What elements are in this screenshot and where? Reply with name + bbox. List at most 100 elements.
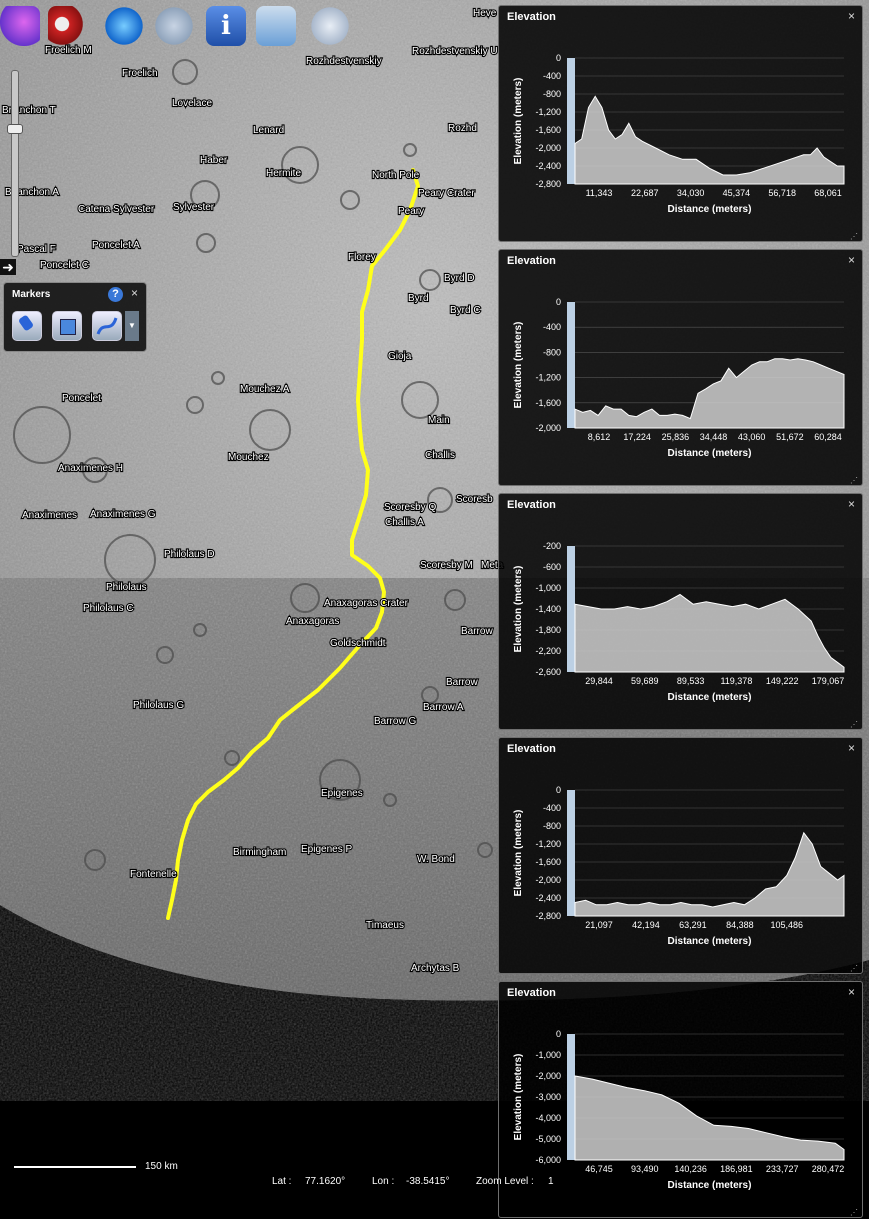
map-feature-label[interactable]: Gioja (387, 350, 413, 363)
map-feature-label[interactable]: Scoresby Q (383, 501, 438, 514)
map-feature-label[interactable]: Philolaus (105, 581, 148, 594)
map-feature-label[interactable]: Anaxagoras Crater (323, 597, 410, 610)
map-feature-label[interactable]: Main (427, 414, 451, 427)
map-feature-label[interactable]: Byrd C (449, 304, 482, 317)
moon-globe-icon[interactable] (154, 6, 194, 46)
map-feature-label[interactable]: Scoresby M (419, 559, 474, 572)
map-feature-label[interactable]: Epigenes (320, 787, 364, 800)
map-feature-label[interactable]: Anaximenes (21, 509, 78, 522)
x-tick-label: 179,067 (812, 676, 845, 686)
www-globe-icon[interactable] (310, 6, 350, 46)
y-axis-bar (567, 546, 575, 672)
resize-grip-icon[interactable]: ⋰ (850, 720, 858, 729)
map-feature-label[interactable]: Barrow (445, 676, 480, 689)
x-tick-label: 63,291 (679, 920, 707, 930)
x-tick-label: 42,194 (632, 920, 660, 930)
map-feature-label[interactable]: Poncelet C (39, 259, 90, 272)
dropdown-arrow-icon[interactable]: ▼ (125, 311, 139, 341)
y-tick-label: -2,600 (535, 667, 561, 677)
x-tick-label: 34,030 (677, 188, 705, 198)
map-feature-label[interactable]: Poncelet A (91, 239, 141, 252)
y-axis-bar (567, 1034, 575, 1160)
close-icon[interactable]: × (848, 741, 855, 755)
map-feature-label[interactable]: Lovelace (171, 97, 214, 110)
expand-arrow-icon[interactable]: ➜ (0, 259, 16, 275)
map-feature-label[interactable]: Hermite (265, 167, 303, 180)
map-feature-label[interactable]: Goldschmidt (329, 637, 387, 650)
map-feature-label[interactable]: Florey (347, 251, 377, 264)
resize-grip-icon[interactable]: ⋰ (850, 1208, 858, 1217)
y-tick-label: -2,800 (535, 911, 561, 921)
binoculars-icon[interactable] (48, 6, 88, 46)
map-feature-label[interactable]: Birmingham (232, 846, 288, 859)
lat-label: Lat : (272, 1176, 292, 1187)
x-tick-label: 45,374 (723, 188, 751, 198)
map-feature-label[interactable]: Peary Crater (417, 187, 477, 200)
map-feature-label[interactable]: Sylvester (172, 201, 216, 214)
network-icon[interactable] (256, 6, 296, 46)
map-feature-label[interactable]: Byrd (407, 292, 430, 305)
help-icon[interactable]: ? (108, 287, 123, 302)
map-feature-label[interactable]: Byrd D (443, 272, 476, 285)
map-feature-label[interactable]: Mouchez (227, 451, 270, 464)
y-axis-bar (567, 790, 575, 916)
map-feature-label[interactable]: Haber (199, 154, 229, 167)
map-feature-label[interactable]: Peary (397, 205, 425, 218)
map-feature-label[interactable]: Froelich M (44, 44, 93, 57)
map-feature-label[interactable]: Froelich (121, 67, 159, 80)
path-icon[interactable] (92, 311, 122, 341)
zoom-thumb[interactable] (7, 123, 23, 134)
y-tick-label: 0 (556, 297, 561, 307)
ship-icon[interactable] (0, 6, 40, 46)
info-icon[interactable]: i (206, 6, 246, 46)
map-feature-label[interactable]: W. Bond (416, 853, 456, 866)
close-icon[interactable]: × (848, 253, 855, 267)
map-feature-label[interactable]: Rozhdestvenskiy U (411, 45, 499, 58)
map-feature-label[interactable]: Anaximenes G (89, 508, 157, 521)
map-feature-label[interactable]: Challis A (384, 516, 425, 529)
map-feature-label[interactable]: Barrow G (373, 715, 418, 728)
close-icon[interactable]: × (848, 497, 855, 511)
map-feature-label[interactable]: Scoresb (455, 493, 494, 506)
elevation-area (574, 95, 845, 185)
resize-grip-icon[interactable]: ⋰ (850, 232, 858, 241)
close-icon[interactable]: × (131, 286, 138, 300)
close-icon[interactable]: × (848, 9, 855, 23)
map-feature-label[interactable]: Challis (424, 449, 456, 462)
map-feature-label[interactable]: Philolaus C (82, 602, 135, 615)
map-feature-label[interactable]: Timaeus (365, 919, 405, 932)
map-feature-label[interactable]: Rozhdestvenskiy (305, 55, 383, 68)
map-feature-label[interactable]: Anaxagoras (285, 615, 341, 628)
close-icon[interactable]: × (848, 985, 855, 999)
map-feature-label[interactable]: Mouchez A (239, 383, 291, 396)
y-tick-label: 0 (556, 785, 561, 795)
zoom-track (11, 70, 19, 257)
map-feature-label[interactable]: Anaximenes H (57, 462, 124, 475)
blue-disc-icon[interactable] (104, 6, 144, 46)
map-feature-label[interactable]: Barrow (460, 625, 495, 638)
map-feature-label[interactable]: Philolaus D (163, 548, 216, 561)
resize-grip-icon[interactable]: ⋰ (850, 476, 858, 485)
zoom-slider[interactable] (4, 70, 24, 257)
map-feature-label[interactable]: Fontenelle (129, 868, 178, 881)
map-feature-label[interactable]: Philolaus G (132, 699, 186, 712)
map-feature-label[interactable]: Poncelet (61, 392, 102, 405)
map-feature-label[interactable]: Archytas B (410, 962, 461, 975)
rectangle-icon[interactable] (52, 311, 82, 341)
x-tick-label: 119,378 (720, 676, 752, 686)
map-feature-label[interactable]: Lenard (252, 124, 285, 137)
map-feature-label[interactable]: Catena Sylvester (77, 203, 156, 216)
map-feature-label[interactable]: Barrow A (422, 701, 465, 714)
map-feature-label[interactable]: North Pole (371, 169, 421, 182)
y-tick-label: -2,400 (535, 893, 561, 903)
map-feature-label[interactable]: Rozhd (447, 122, 478, 135)
x-tick-label: 84,388 (726, 920, 754, 930)
map-feature-label[interactable]: Heve (472, 7, 498, 20)
y-axis-bar (567, 58, 575, 184)
pushpin-icon[interactable] (12, 311, 42, 341)
map-feature-label[interactable]: Epigenes P (300, 843, 354, 856)
elevation-panel: 0 -400 -800 -1,200 -1,600 -2,000 8,612 17,224 25… (498, 249, 863, 486)
resize-grip-icon[interactable]: ⋰ (850, 964, 858, 973)
x-tick-label: 51,672 (776, 432, 804, 442)
lon-label: Lon : (372, 1176, 395, 1187)
